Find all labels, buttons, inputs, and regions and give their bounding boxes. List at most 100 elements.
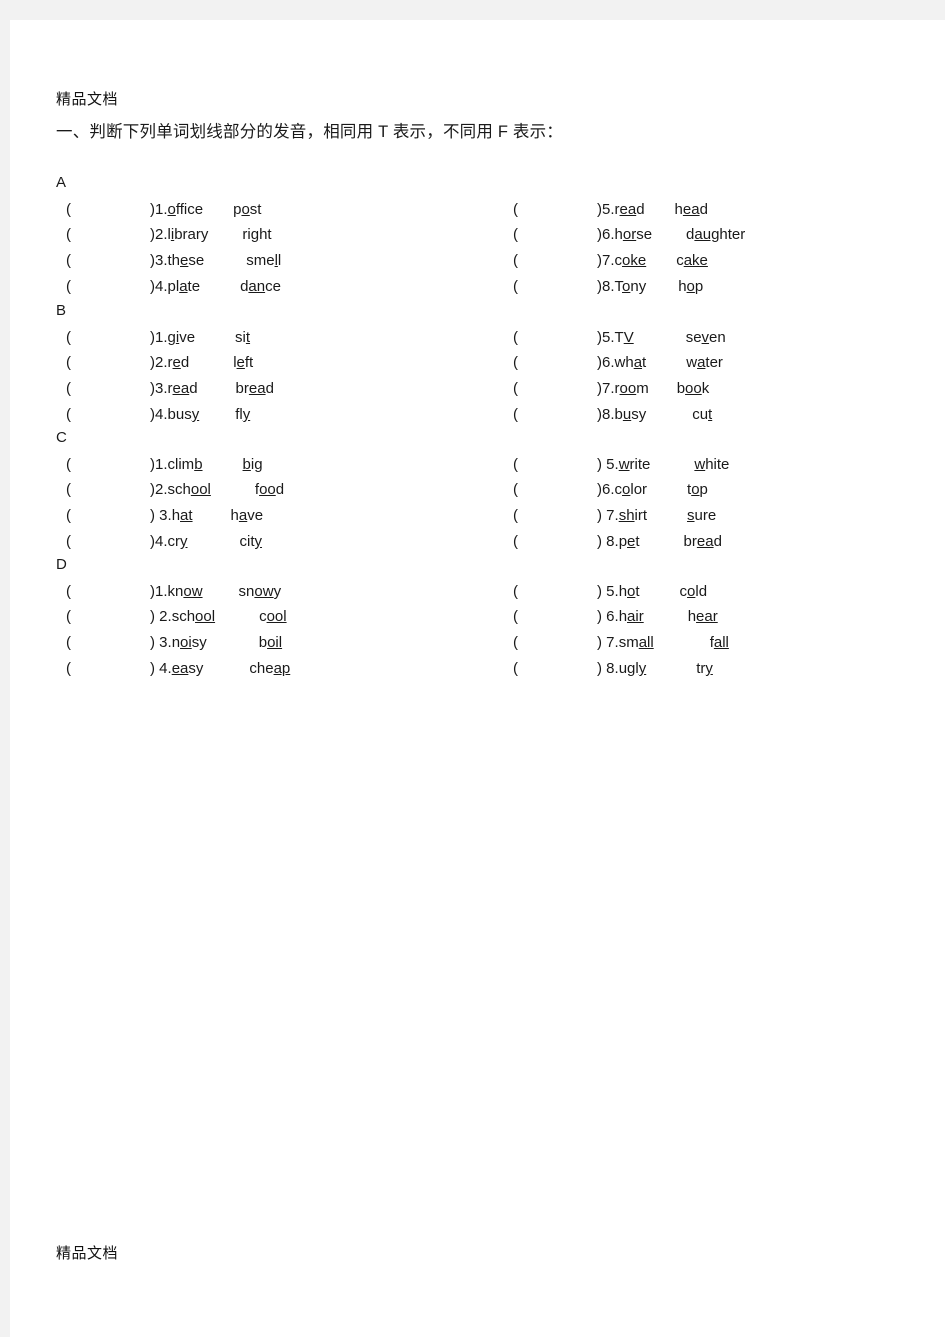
underlined-part: o [686,278,695,295]
answer-blank[interactable]: ( [66,406,78,423]
answer-blank[interactable]: ( [513,481,525,498]
answer-space[interactable] [78,456,150,473]
answer-space[interactable] [525,278,597,295]
answer-blank[interactable]: ( [513,278,525,295]
underlined-part: all [638,634,654,651]
answer-blank[interactable]: ( [66,201,78,218]
answer-blank[interactable]: ( [66,252,78,269]
answer-blank[interactable]: ( [513,507,525,524]
answer-space[interactable] [525,201,597,218]
underlined-part: a [238,507,248,524]
answer-space[interactable] [78,329,150,346]
answer-space[interactable] [78,252,150,269]
answer-blank[interactable]: ( [513,329,525,346]
exercise-row: ( )7. coke cake [513,252,943,277]
item-number: 1. [155,456,168,473]
word-one: coke [614,252,647,269]
exercise-row: ( ) 7. shirt sure [513,507,943,532]
answer-space[interactable] [78,406,150,423]
answer-space[interactable] [525,507,597,524]
answer-blank[interactable]: ( [513,354,525,371]
item-number: 5. [606,583,619,600]
item-number: 6. [602,354,615,371]
answer-space[interactable] [78,608,150,625]
answer-blank[interactable]: ( [513,406,525,423]
exercise-row: ( )4. cry city [66,533,506,558]
answer-space[interactable] [78,507,150,524]
answer-blank[interactable]: ( [66,634,78,651]
item-number: 3. [155,252,168,269]
word-two: have [230,507,264,524]
exercise-row: ( )8. Tony hop [513,278,943,303]
word-two: fly [235,406,251,423]
answer-blank[interactable]: ( [513,634,525,651]
answer-space[interactable] [525,226,597,243]
answer-space[interactable] [525,354,597,371]
answer-space[interactable] [78,583,150,600]
word-one: busy [167,406,200,423]
exercise-row: ( ) 4. easy cheap [66,660,506,685]
exercise-row: ( )3. read bread [66,380,506,405]
underlined-part: w [694,456,706,473]
underlined-part: t [245,329,251,346]
word-one: know [167,583,203,600]
answer-blank[interactable]: ( [513,380,525,397]
answer-blank[interactable]: ( [66,278,78,295]
answer-space[interactable] [525,608,597,625]
answer-blank[interactable]: ( [66,329,78,346]
exercise-row: ( )2. library right [66,226,506,251]
word-one: Tony [614,278,647,295]
word-spacer [646,252,676,269]
answer-blank[interactable]: ( [513,608,525,625]
answer-space[interactable] [525,456,597,473]
answer-blank[interactable]: ( [66,456,78,473]
answer-blank[interactable]: ( [513,226,525,243]
answer-blank[interactable]: ( [66,583,78,600]
answer-space[interactable] [78,278,150,295]
answer-space[interactable] [525,481,597,498]
answer-space[interactable] [525,406,597,423]
word-one: shirt [618,507,648,524]
section-letter: A [56,174,67,191]
answer-blank[interactable]: ( [66,354,78,371]
answer-space[interactable] [78,380,150,397]
answer-space[interactable] [78,201,150,218]
answer-space[interactable] [78,226,150,243]
item-number: 1. [155,201,168,218]
answer-blank[interactable]: ( [513,252,525,269]
word-spacer [193,507,231,524]
answer-space[interactable] [525,660,597,677]
answer-blank[interactable]: ( [66,481,78,498]
answer-blank[interactable]: ( [66,507,78,524]
word-spacer [208,226,242,243]
answer-blank[interactable]: ( [513,660,525,677]
answer-space[interactable] [78,354,150,371]
answer-space[interactable] [525,634,597,651]
word-spacer [195,329,235,346]
answer-space[interactable] [78,481,150,498]
item-number: 6. [606,608,619,625]
paren-close: ) [150,660,160,677]
answer-blank[interactable]: ( [513,201,525,218]
answer-space[interactable] [78,660,150,677]
paren-close: ) [150,507,160,524]
answer-space[interactable] [525,583,597,600]
answer-blank[interactable]: ( [66,226,78,243]
answer-blank[interactable]: ( [513,456,525,473]
word-spacer [647,481,687,498]
answer-space[interactable] [525,533,597,550]
answer-space[interactable] [525,252,597,269]
exercise-row: ( ) 7. small fall [513,634,943,659]
underlined-part: ea [682,201,700,218]
section-letter: C [56,429,67,446]
answer-space[interactable] [525,380,597,397]
answer-blank[interactable]: ( [66,533,78,550]
answer-blank[interactable]: ( [66,608,78,625]
answer-space[interactable] [525,329,597,346]
answer-blank[interactable]: ( [513,533,525,550]
answer-space[interactable] [78,533,150,550]
answer-blank[interactable]: ( [66,380,78,397]
answer-space[interactable] [78,634,150,651]
answer-blank[interactable]: ( [513,583,525,600]
answer-blank[interactable]: ( [66,660,78,677]
